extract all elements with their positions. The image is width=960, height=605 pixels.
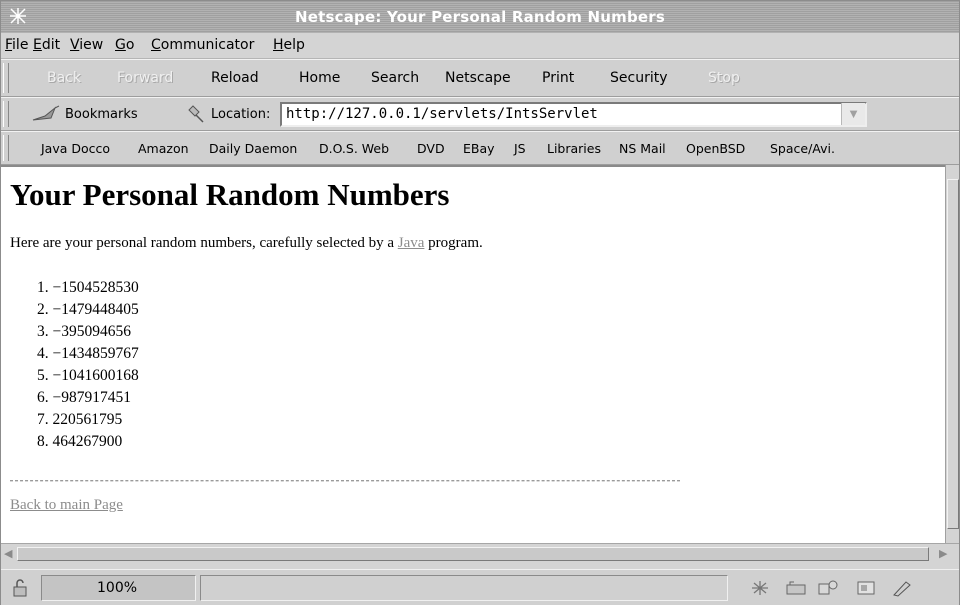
horizontal-scroll-thumb[interactable]: [17, 547, 929, 561]
personal-link-space-avi[interactable]: Space/Avi.: [770, 141, 835, 156]
netscape-button[interactable]: Netscape: [445, 70, 511, 86]
random-number: −395094656: [52, 323, 132, 340]
bookmarks-button[interactable]: Bookmarks: [65, 107, 138, 122]
vertical-scrollbar[interactable]: [945, 165, 959, 543]
personal-link-libraries[interactable]: Libraries: [547, 141, 601, 156]
composer-icon[interactable]: [855, 579, 877, 597]
list-item: 4. −1434859767: [37, 343, 139, 365]
security-lock-icon[interactable]: [11, 578, 31, 598]
personal-link-js[interactable]: JS: [514, 141, 526, 156]
back-to-main-link[interactable]: Back to main Page: [10, 497, 123, 514]
page-content: Your Personal Random Numbers Here are yo…: [1, 165, 945, 543]
personal-toolbar: Java Docco Amazon Daily Daemon D.O.S. We…: [1, 131, 959, 165]
list-item: 6. −987917451: [37, 387, 139, 409]
pencil-icon[interactable]: [891, 579, 913, 597]
list-index: 3.: [37, 323, 49, 340]
menu-file[interactable]: File: [5, 37, 28, 53]
list-item: 3. −395094656: [37, 321, 139, 343]
toolbar-grip[interactable]: [3, 63, 9, 93]
horizontal-scrollbar[interactable]: ◀ ▶: [1, 543, 959, 569]
list-item: 8. 464267900: [37, 431, 139, 453]
list-index: 2.: [37, 301, 49, 318]
toolbar-grip[interactable]: [3, 135, 9, 161]
intro-text-end: program.: [424, 235, 483, 251]
random-number: −1479448405: [52, 301, 139, 318]
menu-communicator[interactable]: Communicator: [151, 37, 254, 53]
list-index: 5.: [37, 367, 49, 384]
personal-link-ebay[interactable]: EBay: [463, 141, 495, 156]
menu-help[interactable]: Help: [273, 37, 305, 53]
vertical-scroll-thumb[interactable]: [947, 179, 959, 529]
random-number-list: 1. −1504528530 2. −1479448405 3. −395094…: [37, 277, 139, 453]
location-url-input[interactable]: http://127.0.0.1/servlets/IntsServlet: [280, 102, 867, 127]
list-item: 1. −1504528530: [37, 277, 139, 299]
security-button[interactable]: Security: [610, 70, 668, 86]
scroll-left-icon[interactable]: ◀: [4, 547, 12, 560]
random-number: 220561795: [52, 411, 123, 428]
random-number: −987917451: [52, 389, 132, 406]
list-index: 4.: [37, 345, 49, 362]
menu-edit[interactable]: Edit: [33, 37, 60, 53]
horizontal-rule: [10, 480, 680, 482]
java-link[interactable]: Java: [398, 235, 425, 251]
list-index: 6.: [37, 389, 49, 406]
stop-button[interactable]: Stop: [708, 70, 740, 86]
location-icon[interactable]: [187, 104, 207, 124]
search-button[interactable]: Search: [371, 70, 419, 86]
personal-link-amazon[interactable]: Amazon: [138, 141, 189, 156]
intro-text: Here are your personal random numbers, c…: [10, 235, 398, 251]
page-heading: Your Personal Random Numbers: [10, 177, 450, 212]
window-title: Netscape: Your Personal Random Numbers: [295, 8, 665, 26]
back-button[interactable]: Back: [47, 70, 81, 86]
list-index: 8.: [37, 433, 49, 450]
url-dropdown-icon[interactable]: ▼: [841, 103, 865, 125]
browser-window: Netscape: Your Personal Random Numbers F…: [0, 0, 960, 605]
menu-bar: File Edit View Go Communicator Help: [1, 33, 959, 59]
forward-button[interactable]: Forward: [117, 70, 173, 86]
mail-icon[interactable]: [785, 579, 807, 597]
personal-link-openbsd[interactable]: OpenBSD: [686, 141, 745, 156]
location-toolbar: Bookmarks Location: http://127.0.0.1/ser…: [1, 97, 959, 131]
newsgroups-icon[interactable]: [817, 579, 839, 597]
list-item: 7. 220561795: [37, 409, 139, 431]
menu-go[interactable]: Go: [115, 37, 134, 53]
personal-link-java-docco[interactable]: Java Docco: [41, 141, 110, 156]
random-number: −1434859767: [52, 345, 139, 362]
toolbar-grip[interactable]: [3, 101, 9, 127]
list-item: 2. −1479448405: [37, 299, 139, 321]
title-bar[interactable]: Netscape: Your Personal Random Numbers: [1, 1, 959, 33]
intro-paragraph: Here are your personal random numbers, c…: [10, 235, 483, 252]
location-label: Location:: [211, 107, 271, 122]
list-item: 5. −1041600168: [37, 365, 139, 387]
personal-link-dvd[interactable]: DVD: [417, 141, 445, 156]
random-number: 464267900: [52, 433, 123, 450]
list-index: 7.: [37, 411, 49, 428]
navigation-toolbar: Back Forward Reload Home Search Netscape…: [1, 59, 959, 97]
random-number: −1504528530: [52, 279, 139, 296]
scroll-right-icon[interactable]: ▶: [939, 547, 947, 560]
personal-link-daily-daemon[interactable]: Daily Daemon: [209, 141, 297, 156]
home-button[interactable]: Home: [299, 70, 340, 86]
menu-view[interactable]: View: [70, 37, 103, 53]
progress-percent: 100%: [97, 580, 138, 596]
personal-link-ns-mail[interactable]: NS Mail: [619, 141, 666, 156]
navigator-icon[interactable]: [749, 579, 771, 597]
print-button[interactable]: Print: [542, 70, 574, 86]
random-number: −1041600168: [52, 367, 139, 384]
status-bar: 100%: [1, 569, 959, 605]
bookmarks-icon[interactable]: [31, 104, 63, 124]
status-message: [200, 575, 728, 601]
list-index: 1.: [37, 279, 49, 296]
reload-button[interactable]: Reload: [211, 70, 259, 86]
personal-link-dos-web[interactable]: D.O.S. Web: [319, 141, 389, 156]
